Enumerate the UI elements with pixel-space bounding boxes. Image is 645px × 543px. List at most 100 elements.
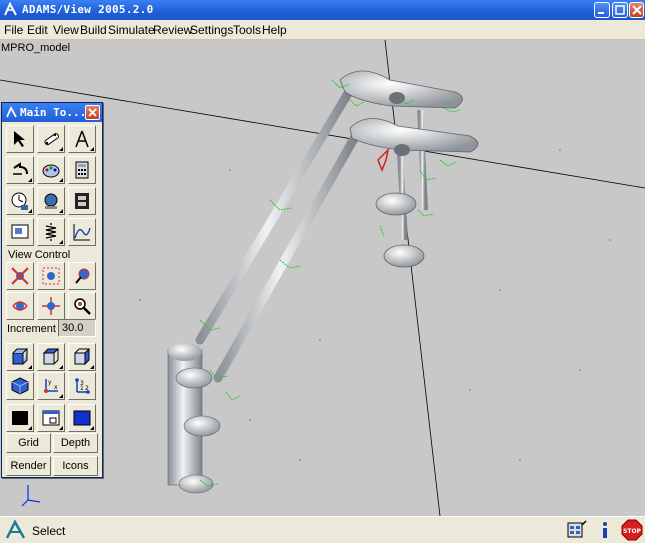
valve-head xyxy=(375,192,417,216)
select-arrow-icon xyxy=(14,131,25,147)
maximize-button[interactable] xyxy=(612,2,628,18)
adams-logo-icon xyxy=(6,106,17,118)
undo-tool-button[interactable] xyxy=(6,156,34,184)
menu-file[interactable]: File xyxy=(4,23,23,37)
front-view-button[interactable] xyxy=(6,343,34,371)
pushrod-back xyxy=(195,85,355,345)
animation-tool-button[interactable] xyxy=(68,187,96,215)
toolbox-title: Main To... xyxy=(20,106,87,119)
link-tool-button[interactable] xyxy=(37,125,65,153)
valve-head xyxy=(383,244,425,268)
grid-button[interactable]: Grid xyxy=(6,433,51,453)
close-icon xyxy=(632,5,642,15)
flyout-indicator xyxy=(28,209,32,213)
flyout-indicator xyxy=(28,426,32,430)
plot-tool-button[interactable] xyxy=(6,218,34,246)
flyout-indicator xyxy=(59,147,63,151)
maximize-icon xyxy=(615,5,625,15)
side-view-button[interactable] xyxy=(68,343,96,371)
coordinates-button[interactable]: 312 xyxy=(68,372,96,400)
info-icon[interactable] xyxy=(594,519,616,541)
view-result-tool-button[interactable] xyxy=(37,187,65,215)
render-button[interactable]: Render xyxy=(6,456,51,476)
light-button[interactable] xyxy=(68,262,96,290)
menu-tools[interactable]: Tools xyxy=(233,23,261,37)
rocker-pivot xyxy=(394,144,410,156)
adams-logo-icon xyxy=(5,519,26,539)
status-message: Select xyxy=(32,524,66,538)
side-view-icon xyxy=(74,347,90,366)
depth-button[interactable]: Depth xyxy=(53,433,98,453)
top-view-button[interactable] xyxy=(37,343,65,371)
minimize-button[interactable] xyxy=(594,2,610,18)
increment-field[interactable]: 30.0 xyxy=(58,319,96,337)
top-view-icon xyxy=(42,348,60,365)
menu-simulate[interactable]: Simulate xyxy=(108,23,155,37)
menu-build[interactable]: Build xyxy=(80,23,107,37)
stop-icon[interactable]: STOP xyxy=(621,519,643,541)
close-button[interactable] xyxy=(629,2,644,18)
grid-line xyxy=(384,40,441,516)
tappet-bottom xyxy=(178,474,214,494)
svg-text:2: 2 xyxy=(85,385,89,392)
triad-button[interactable]: yx xyxy=(37,372,65,400)
rotate-3d-icon xyxy=(12,301,28,311)
compass-icon xyxy=(75,130,89,148)
calculator-tool-button[interactable] xyxy=(68,156,96,184)
front-view-icon xyxy=(12,348,29,365)
background-color-button[interactable] xyxy=(68,404,96,432)
flyout-indicator xyxy=(59,178,63,182)
svg-text:x: x xyxy=(54,384,58,391)
background-color-icon xyxy=(73,410,91,426)
svg-text:y: y xyxy=(48,379,52,386)
zoom-box-button[interactable] xyxy=(37,262,65,290)
simulate-tool-button[interactable] xyxy=(6,187,34,215)
flyout-indicator xyxy=(59,365,63,369)
triad-icon: yx xyxy=(44,379,58,393)
view-result-icon xyxy=(44,193,58,209)
flyout-indicator xyxy=(59,240,63,244)
menu-view[interactable]: View xyxy=(53,23,79,37)
translate-button[interactable] xyxy=(37,292,65,320)
flyout-indicator xyxy=(28,178,32,182)
pushrod-front xyxy=(213,130,361,383)
select-tool-button[interactable] xyxy=(6,125,34,153)
translate-icon xyxy=(42,297,60,315)
tappet-top xyxy=(168,343,202,361)
colors-icon xyxy=(42,164,60,178)
icons-button[interactable]: Icons xyxy=(53,456,98,476)
magnify-button[interactable] xyxy=(68,292,96,320)
toolbox-close-button[interactable] xyxy=(85,105,100,120)
iso-view-button[interactable] xyxy=(6,372,34,400)
database-navigator-icon[interactable] xyxy=(566,519,588,541)
menu-review[interactable]: Review xyxy=(153,23,192,37)
rocker-arm-bottom xyxy=(349,118,479,153)
curve-plot-tool-button[interactable] xyxy=(68,218,96,246)
rotate-view-button[interactable] xyxy=(6,262,34,290)
status-bar: Select STOP xyxy=(0,516,645,543)
menu-edit[interactable]: Edit xyxy=(27,23,48,37)
colors-tool-button[interactable] xyxy=(37,156,65,184)
zoom-box-icon xyxy=(42,267,60,285)
solid-fill-button[interactable] xyxy=(6,404,34,432)
window-title: ADAMS/View 2005.2.0 xyxy=(22,3,154,16)
flyout-indicator xyxy=(28,365,32,369)
link-icon xyxy=(44,133,59,146)
title-bar[interactable]: ADAMS/View 2005.2.0 xyxy=(0,0,645,20)
calculator-icon xyxy=(75,161,89,179)
simulate-icon xyxy=(11,192,28,210)
menu-settings[interactable]: Settings xyxy=(190,23,233,37)
rotate-3d-button[interactable] xyxy=(6,292,34,320)
increment-label: Increment xyxy=(7,323,56,335)
menu-help[interactable]: Help xyxy=(262,23,287,37)
flyout-indicator xyxy=(59,394,63,398)
solid-fill-icon xyxy=(12,411,28,425)
spring-tool-button[interactable] xyxy=(37,218,65,246)
grid-dots xyxy=(59,149,611,461)
flyout-indicator xyxy=(90,365,94,369)
toolbox-title-bar[interactable]: Main To... xyxy=(2,103,102,122)
curve-plot-icon xyxy=(73,224,91,241)
measure-tool-button[interactable] xyxy=(68,125,96,153)
viewport-layout-button[interactable] xyxy=(37,404,65,432)
tappet-ring xyxy=(183,415,221,437)
